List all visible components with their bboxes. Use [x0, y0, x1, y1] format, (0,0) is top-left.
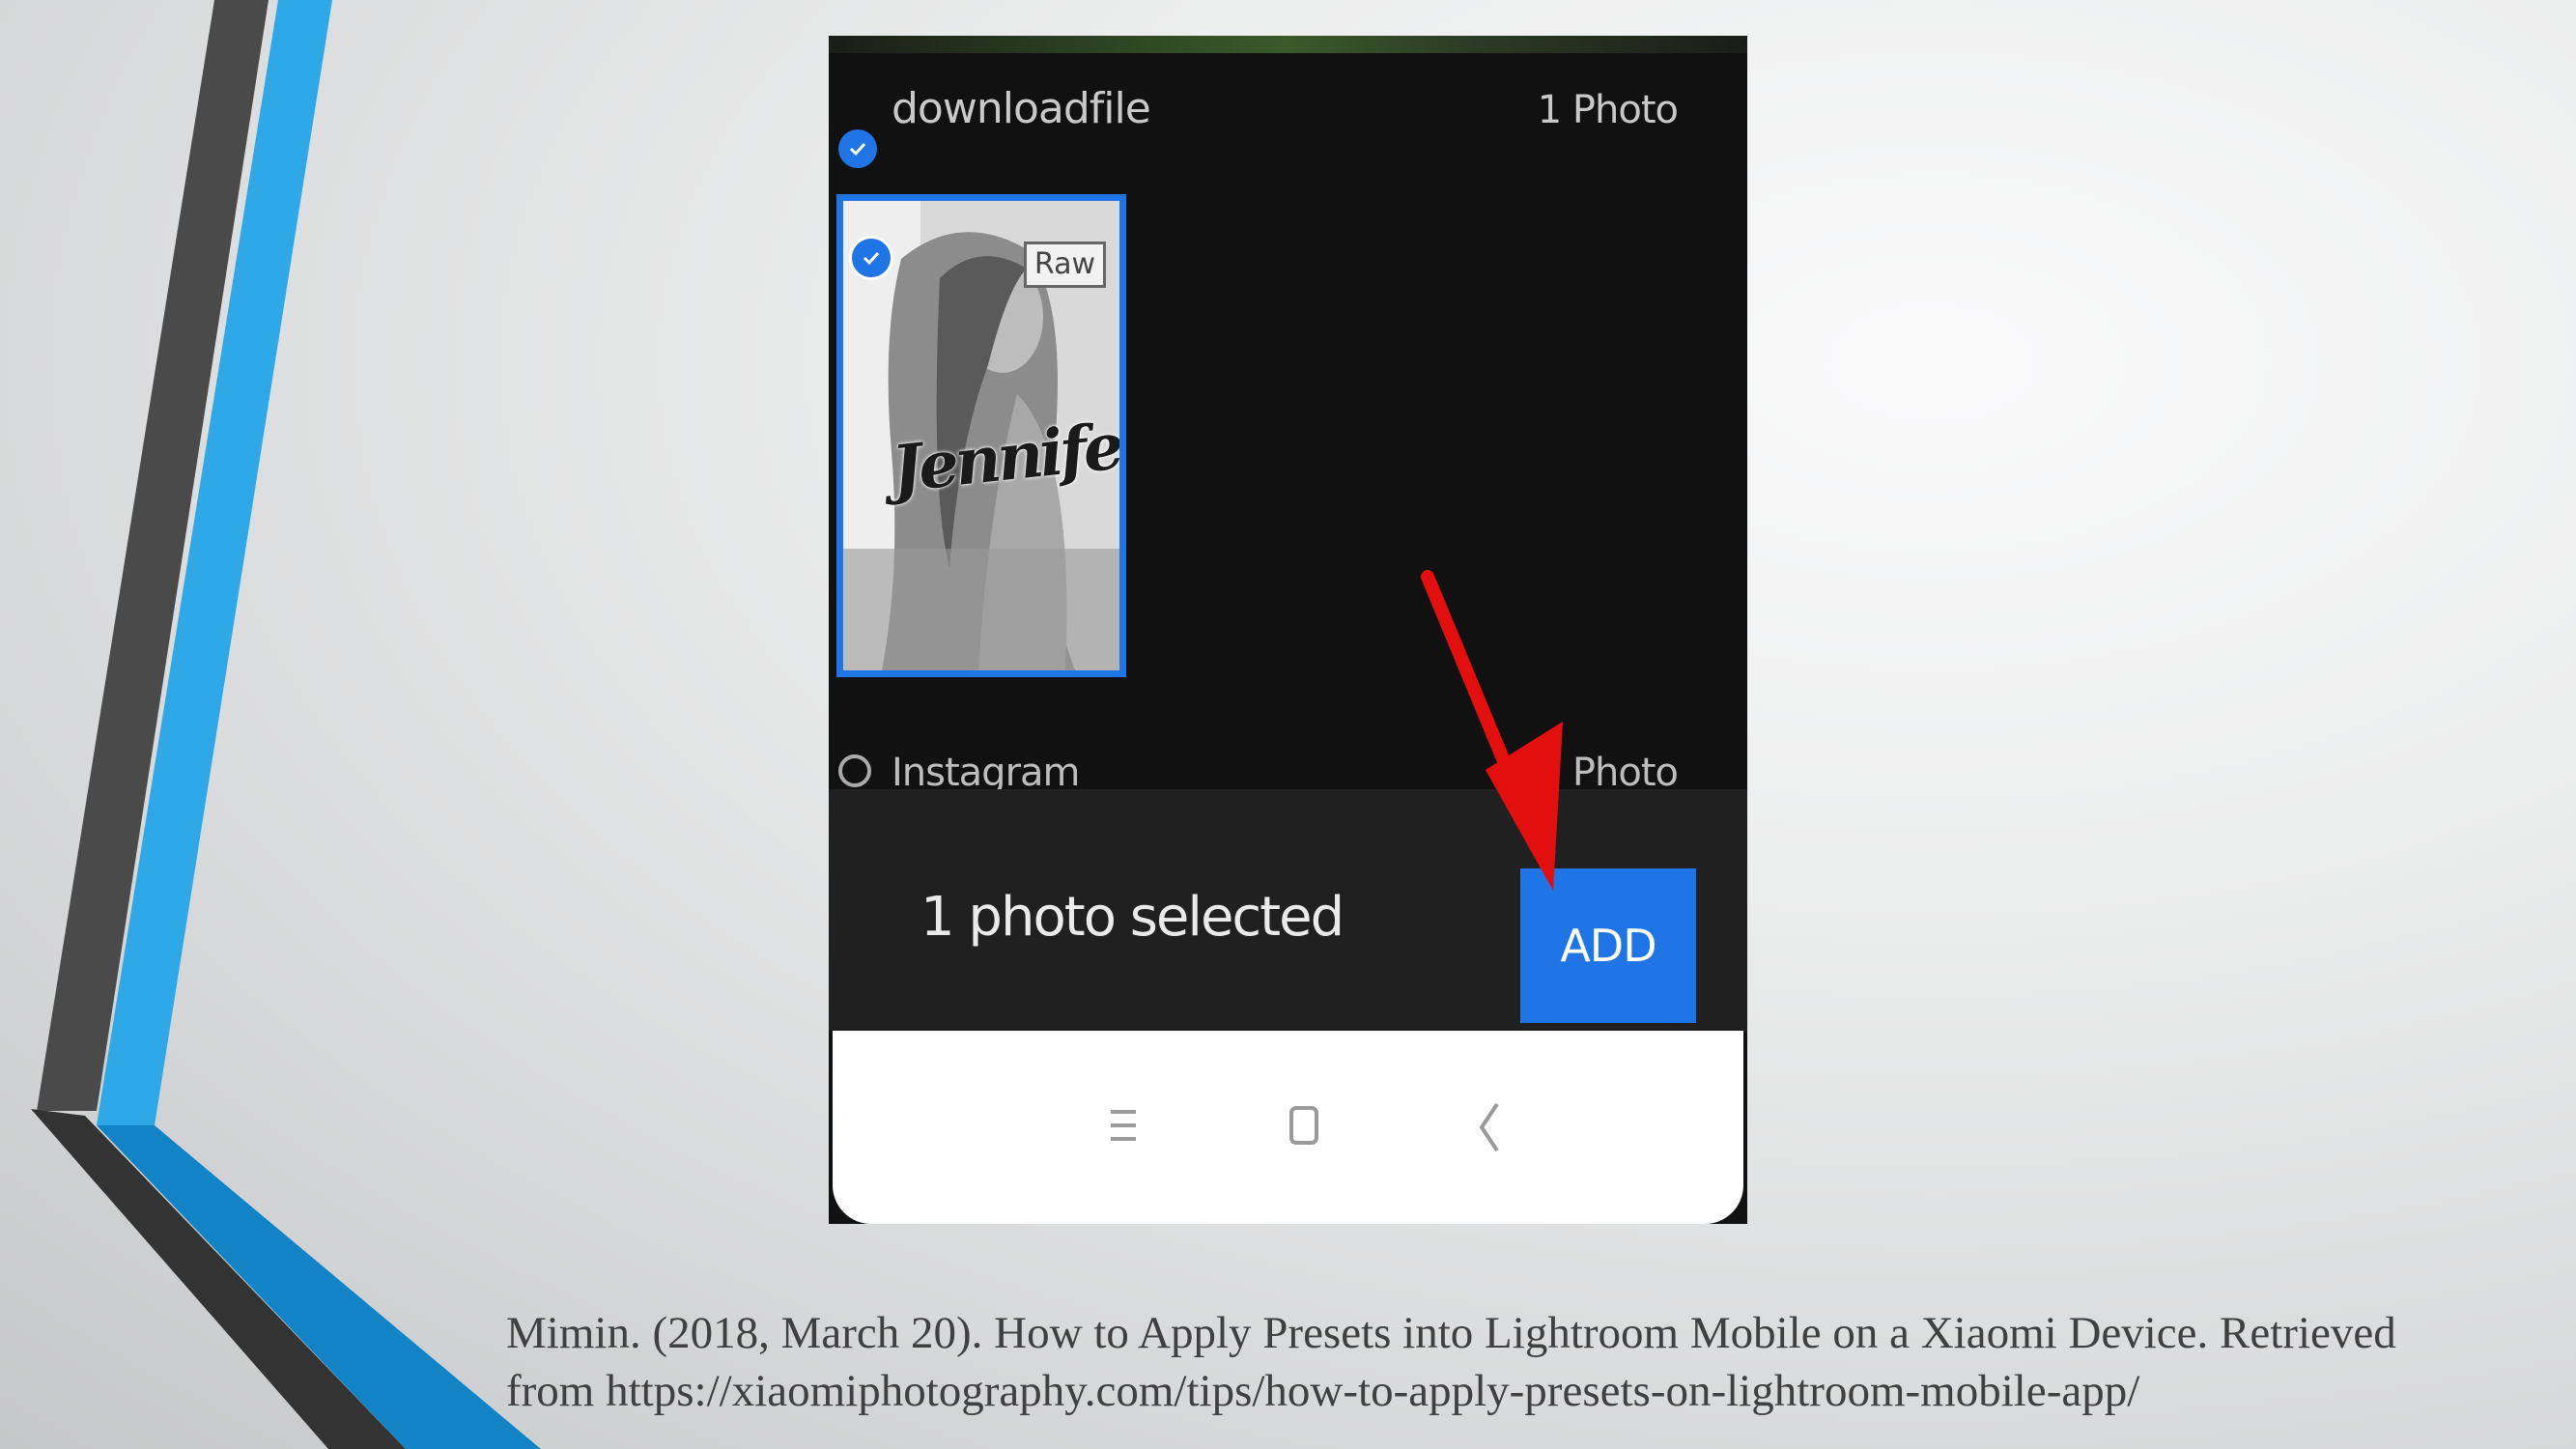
citation: Mimin. (2018, March 20). How to Apply Pr…: [506, 1304, 2554, 1420]
thumbnail-checkbox[interactable]: [849, 236, 893, 280]
app-screenshot: downloadfile 1 Photo Raw Jennifer Instag…: [829, 36, 1747, 1224]
raw-badge: Raw: [1023, 242, 1106, 288]
dark-corner: [31, 1109, 406, 1449]
citation-line-2[interactable]: from https://xiaomiphotography.com/tips/…: [506, 1362, 2554, 1420]
selection-status: 1 photo selected: [920, 886, 1345, 949]
checkmark-icon: [863, 251, 880, 266]
home-icon[interactable]: [1275, 1089, 1333, 1166]
red-arrow-icon: [1421, 570, 1563, 891]
photo-strip: [829, 36, 1747, 53]
album-count: 1 Photo: [1537, 88, 1679, 132]
citation-line-1: Mimin. (2018, March 20). How to Apply Pr…: [506, 1308, 2396, 1358]
photo-thumbnail[interactable]: Raw Jennifer: [836, 194, 1126, 677]
checkmark-icon: [849, 142, 866, 156]
back-icon[interactable]: [1460, 1089, 1518, 1166]
album-name: downloadfile: [892, 84, 1151, 133]
menu-icon[interactable]: [1093, 1089, 1151, 1166]
android-nav-bar: [833, 1031, 1743, 1224]
album-radio[interactable]: [838, 754, 871, 787]
selection-action-bar: 1 photo selected ADD: [829, 789, 1747, 1031]
album-checkbox[interactable]: [838, 129, 877, 168]
